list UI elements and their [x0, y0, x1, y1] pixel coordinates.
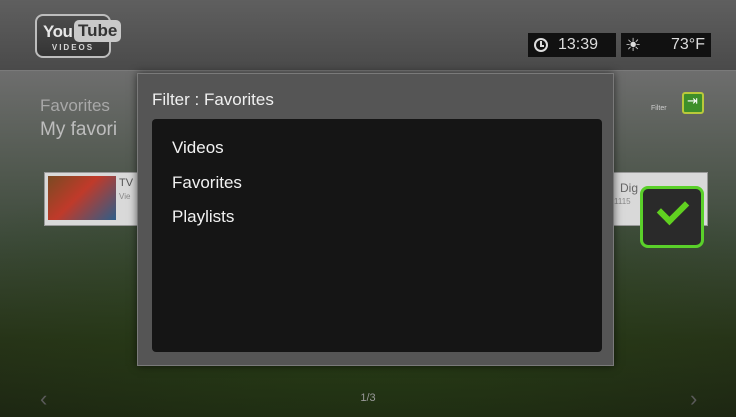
filter-icon[interactable]	[682, 92, 704, 114]
sun-cloud-icon: ☀	[625, 35, 642, 55]
confirm-button[interactable]	[640, 186, 704, 248]
filter-option-playlists[interactable]: Playlists	[172, 207, 234, 227]
youtube-logo: You Tube VIDEOS	[35, 14, 122, 58]
page-subtitle: My favori	[40, 119, 118, 140]
chevron-right-icon[interactable]: ›	[690, 386, 697, 412]
logo-sub-text: VIDEOS	[51, 43, 95, 52]
top-bar: You Tube VIDEOS 13:39 ☀ 73°F	[0, 0, 736, 71]
video-title: Dig	[620, 181, 639, 195]
video-title: TV	[119, 177, 134, 189]
logo-you-text: You	[43, 22, 73, 41]
weather-status: ☀ 73°F	[621, 33, 711, 57]
filter-option-favorites[interactable]: Favorites	[172, 173, 242, 193]
filter-dialog: Filter : Favorites Videos Favorites Play…	[137, 73, 614, 366]
clock-icon	[534, 38, 548, 52]
filter-label: Filter	[651, 105, 667, 112]
video-card[interactable]: TV Vie	[44, 172, 138, 226]
pager: ‹ 1/3 ›	[0, 380, 736, 417]
page-title: Favorites	[40, 96, 110, 115]
clock-status: 13:39	[528, 33, 616, 57]
filter-option-videos[interactable]: Videos	[172, 138, 224, 158]
checkmark-icon	[656, 192, 690, 226]
time-text: 13:39	[558, 36, 599, 53]
video-meta: 1115	[614, 197, 631, 206]
video-thumbnail	[48, 176, 116, 220]
dialog-title: Filter : Favorites	[152, 90, 274, 109]
filter-option-list: Videos Favorites Playlists	[152, 119, 602, 352]
video-meta: Vie	[119, 192, 131, 201]
logo-tube-text: Tube	[74, 20, 122, 42]
page-indicator: 1/3	[360, 392, 376, 404]
temperature-text: 73°F	[671, 36, 705, 53]
